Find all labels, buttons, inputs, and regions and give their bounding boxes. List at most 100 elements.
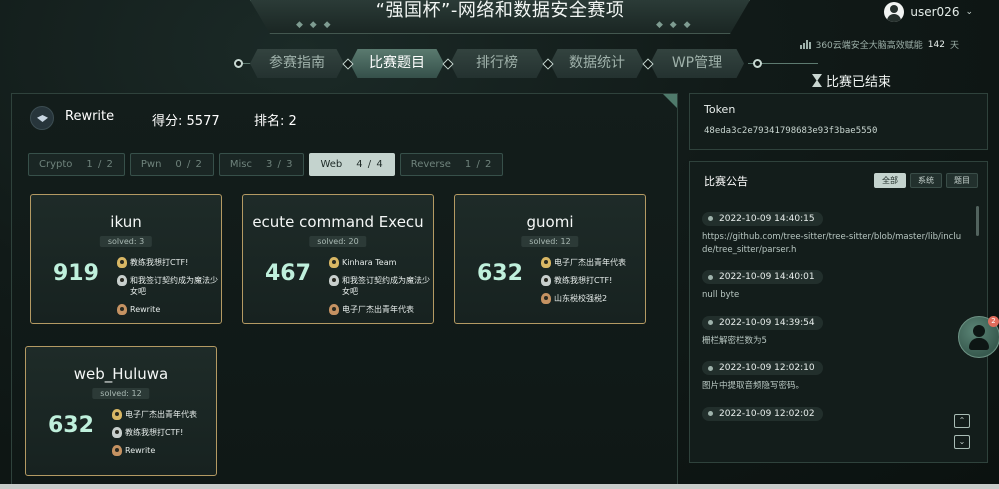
server-text: 360云端安全大脑高效赋能 <box>815 41 923 51</box>
challenge-title: ecute command Execu <box>252 213 424 231</box>
announcement-text: 栅栏解密栏数为5 <box>702 335 767 346</box>
challenge-score: 632 <box>477 261 523 286</box>
solver-name: 教练我想打CTF! <box>125 428 184 437</box>
avatar[interactable] <box>884 2 905 22</box>
challenge-panel: Rewrite 得分: 5577 排名: 2 Crypto 1 / 2 Pwn … <box>11 93 678 489</box>
solver-name: 电子厂杰出青年代表 <box>342 305 414 314</box>
nav-node-left <box>234 59 243 68</box>
announcement-item: 2022-10-09 12:02:10 图片中提取音频隐写密码。 <box>702 356 964 394</box>
solver-name: 和我签订契约成为魔法少女吧 <box>130 276 218 296</box>
solver-third: Rewrite <box>112 445 214 456</box>
top-solvers: 电子厂杰出青年代表 教练我想打CTF! Rewrite <box>112 409 214 463</box>
announcement-time: 2022-10-09 12:02:10 <box>702 361 823 375</box>
deco-left: ◆ ◆ ◆ <box>296 20 333 30</box>
bronze-medal-icon <box>329 304 339 315</box>
username[interactable]: user026 <box>910 5 959 19</box>
challenge-title: web_Huluwa <box>73 365 169 383</box>
solver-name: 和我签订契约成为魔法少女吧 <box>342 276 430 296</box>
solved-badge: solved: 12 <box>92 388 150 399</box>
tab-challenge[interactable]: 题目 <box>946 173 978 188</box>
main-nav: 参赛指南 比赛题目 排行榜 数据统计 WP管理 <box>250 49 744 78</box>
solver-second: 和我签订契约成为魔法少女吧 <box>329 275 431 297</box>
user-icon <box>973 325 985 337</box>
category-filters: Crypto 1 / 2 Pwn 0 / 2 Misc 3 / 3 Web 4 … <box>28 153 504 176</box>
challenge-card-web-huluwa[interactable]: web_Huluwa solved: 12 632 电子厂杰出青年代表 教练我想… <box>25 346 217 476</box>
filter-label: Misc <box>229 159 252 170</box>
tab-challenges[interactable]: 比赛题目 <box>350 49 444 78</box>
challenge-score: 919 <box>53 261 99 286</box>
contest-status-text: 比赛已结束 <box>826 75 892 90</box>
filter-label: Pwn <box>140 159 162 170</box>
token-value[interactable]: 48eda3c2e79341798683e93f3bae5550 <box>704 126 877 136</box>
announcement-item: 2022-10-09 12:02:02 <box>702 401 964 426</box>
score-label: 得分: <box>152 114 183 129</box>
filter-count: 1 / 2 <box>86 159 114 170</box>
solver-third: 山东税校强税2 <box>541 293 643 304</box>
tab-guide[interactable]: 参赛指南 <box>250 49 344 78</box>
token-panel: Token 48eda3c2e79341798683e93f3bae5550 <box>689 93 988 150</box>
team-score: 得分: 5577 <box>152 110 220 129</box>
solver-name: 山东税校强税2 <box>554 294 608 303</box>
notification-badge: 2 <box>988 316 999 327</box>
challenge-card-guomi[interactable]: guomi solved: 12 632 电子厂杰出青年代表 教练我想打CTF!… <box>454 194 646 324</box>
silver-medal-icon <box>112 427 122 438</box>
solver-name: 电子厂杰出青年代表 <box>125 410 197 419</box>
tab-leaderboard[interactable]: 排行榜 <box>450 49 544 78</box>
top-solvers: Kinhara Team 和我签订契约成为魔法少女吧 电子厂杰出青年代表 <box>329 257 431 322</box>
solver-second: 教练我想打CTF! <box>112 427 214 438</box>
solved-badge: solved: 20 <box>309 236 367 247</box>
taskbar-edge <box>0 484 999 489</box>
team-logo-icon <box>30 106 54 130</box>
scrollbar[interactable] <box>976 206 979 236</box>
tab-system[interactable]: 系统 <box>910 173 942 188</box>
filter-web[interactable]: Web 4 / 4 <box>309 153 395 176</box>
announcement-tabs: 全部 系统 题目 <box>874 173 978 188</box>
filter-pwn[interactable]: Pwn 0 / 2 <box>129 153 214 176</box>
filter-label: Web <box>320 159 343 170</box>
chevron-down-icon[interactable]: ⌄ <box>965 7 973 17</box>
announcement-time: 2022-10-09 14:40:15 <box>702 211 823 226</box>
filter-reverse[interactable]: Reverse 1 / 2 <box>399 153 504 176</box>
app-root: “强国杯”-网络和数据安全赛项 ◆ ◆ ◆ ◆ ◆ ◆ user026 ⌄ 36… <box>0 0 999 489</box>
scroll-up-button[interactable]: ⌃ <box>954 414 970 428</box>
announcement-time: 2022-10-09 14:39:54 <box>702 315 823 330</box>
user-menu[interactable]: user026 ⌄ <box>884 0 973 24</box>
solver-third: Rewrite <box>117 304 219 315</box>
challenge-card-ikun[interactable]: ikun solved: 3 919 教练我想打CTF! 和我签订契约成为魔法少… <box>30 194 222 324</box>
announcement-text: null byte <box>702 290 740 300</box>
filter-misc[interactable]: Misc 3 / 3 <box>218 153 305 176</box>
bronze-medal-icon <box>117 304 127 315</box>
announcement-title: 比赛公告 <box>704 175 748 188</box>
solver-first: 教练我想打CTF! <box>117 257 219 268</box>
challenge-card-execute-command[interactable]: ecute command Execu solved: 20 467 Kinha… <box>242 194 434 324</box>
filter-count: 4 / 4 <box>356 159 384 170</box>
solver-second: 教练我想打CTF! <box>541 275 643 286</box>
announcement-list: 2022-10-09 14:40:15 https://github.com/t… <box>702 206 964 432</box>
announcement-time: 2022-10-09 14:40:01 <box>702 270 823 284</box>
tab-all[interactable]: 全部 <box>874 173 906 188</box>
rank-label: 排名: <box>254 114 285 129</box>
hourglass-icon <box>812 74 822 87</box>
tab-wp-management[interactable]: WP管理 <box>650 49 744 78</box>
tab-statistics[interactable]: 数据统计 <box>550 49 644 78</box>
solved-badge: solved: 3 <box>99 236 153 247</box>
silver-medal-icon <box>329 275 339 286</box>
solver-third: 电子厂杰出青年代表 <box>329 304 431 315</box>
solver-name: 电子厂杰出青年代表 <box>554 258 626 267</box>
corner-decoration <box>663 94 677 108</box>
scroll-down-button[interactable]: ⌄ <box>954 435 970 449</box>
announcement-item: 2022-10-09 14:39:54 栅栏解密栏数为5 <box>702 310 964 348</box>
top-solvers: 电子厂杰出青年代表 教练我想打CTF! 山东税校强税2 <box>541 257 643 311</box>
rank-value: 2 <box>288 114 297 129</box>
server-days-unit: 天 <box>949 41 959 51</box>
contest-status: 比赛已结束 <box>812 71 891 90</box>
solver-first: 电子厂杰出青年代表 <box>541 257 643 268</box>
server-days: 142 <box>927 39 945 50</box>
filter-crypto[interactable]: Crypto 1 / 2 <box>28 153 125 176</box>
filter-count: 1 / 2 <box>464 159 493 170</box>
announcement-item: 2022-10-09 14:40:01 null byte <box>702 265 964 303</box>
announcement-panel: 比赛公告 全部 系统 题目 2022-10-09 14:40:15 https:… <box>689 161 988 463</box>
solver-name: Rewrite <box>125 446 156 455</box>
gold-medal-icon <box>112 409 122 420</box>
team-rank: 排名: 2 <box>254 110 297 129</box>
